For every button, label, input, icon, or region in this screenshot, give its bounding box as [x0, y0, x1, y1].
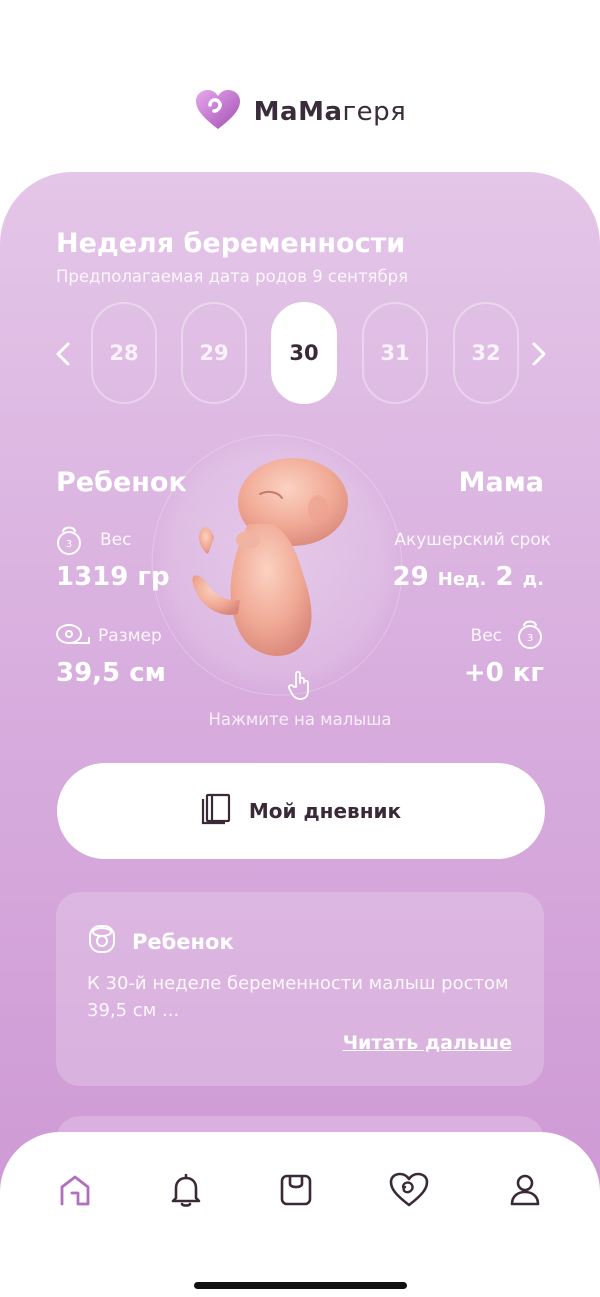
- tab-notifications[interactable]: [166, 1170, 206, 1210]
- next-week-button[interactable]: [524, 336, 554, 372]
- baby-food-jar-icon: [87, 922, 117, 958]
- chevron-right-icon: [532, 342, 546, 366]
- tab-home[interactable]: [55, 1170, 95, 1210]
- tab-favorites[interactable]: [389, 1170, 429, 1210]
- week-option[interactable]: 32: [453, 302, 519, 404]
- baby-size-value: 39,5 см: [56, 658, 166, 688]
- app-logo: МаМагеря: [0, 90, 600, 134]
- tab-bar: [0, 1132, 600, 1297]
- chevron-left-icon: [56, 342, 70, 366]
- read-more-link[interactable]: Читать дальше: [343, 1032, 512, 1054]
- my-diary-label: Мой дневник: [248, 799, 402, 823]
- article-title: Ребенок: [132, 930, 234, 954]
- obstetric-term-label: Акушерский срок: [394, 530, 551, 550]
- tab-profile[interactable]: [505, 1170, 545, 1210]
- week-option[interactable]: 29: [181, 302, 247, 404]
- due-date: 9 сентября: [312, 267, 409, 286]
- my-diary-button[interactable]: Мой дневник: [57, 763, 545, 859]
- article-excerpt: К 30-й неделе беременности малыш ростом …: [87, 973, 509, 1021]
- tab-weight[interactable]: [276, 1170, 316, 1210]
- baby-size-label: Размер: [98, 626, 162, 646]
- baby-weight-label: Вес: [100, 530, 132, 550]
- heart-icon: [389, 1172, 429, 1207]
- tap-baby-hint: Нажмите на малыша: [208, 710, 392, 729]
- mom-weight-value: +0 кг: [463, 658, 544, 688]
- heart-logo-icon: [194, 89, 242, 135]
- kettlebell-icon: 3: [55, 522, 83, 560]
- pregnancy-card: Неделя беременности Предполагаемая дата …: [0, 172, 600, 1297]
- kettlebell-icon: 3: [516, 616, 544, 654]
- week-option[interactable]: 31: [362, 302, 428, 404]
- svg-text:3: 3: [66, 539, 72, 550]
- article-card[interactable]: Ребенок К 30-й неделе беременности малыш…: [56, 892, 544, 1086]
- fetus-illustration[interactable]: [178, 454, 378, 674]
- mom-weight-label: Вес: [470, 626, 502, 646]
- home-indicator: [194, 1282, 407, 1289]
- week-option-selected[interactable]: 30: [271, 302, 337, 404]
- baby-section-title: Ребенок: [56, 467, 187, 498]
- home-icon: [60, 1175, 90, 1206]
- brand-name: МаМагеря: [253, 97, 407, 127]
- mom-section-title: Мама: [458, 467, 544, 498]
- prev-week-button[interactable]: [48, 336, 78, 372]
- bell-icon: [171, 1173, 201, 1207]
- week-option[interactable]: 28: [91, 302, 157, 404]
- obstetric-term-value: 29 Нед. 2 д.: [392, 562, 545, 592]
- profile-icon: [510, 1174, 540, 1206]
- tap-hand-icon: [287, 669, 314, 705]
- measuring-tape-icon: [55, 622, 91, 652]
- book-icon: [201, 793, 231, 830]
- due-date-line: Предполагаемая дата родов 9 сентября: [56, 267, 409, 286]
- page-title: Неделя беременности: [56, 228, 406, 259]
- scale-icon: [280, 1174, 312, 1206]
- svg-text:3: 3: [527, 633, 533, 644]
